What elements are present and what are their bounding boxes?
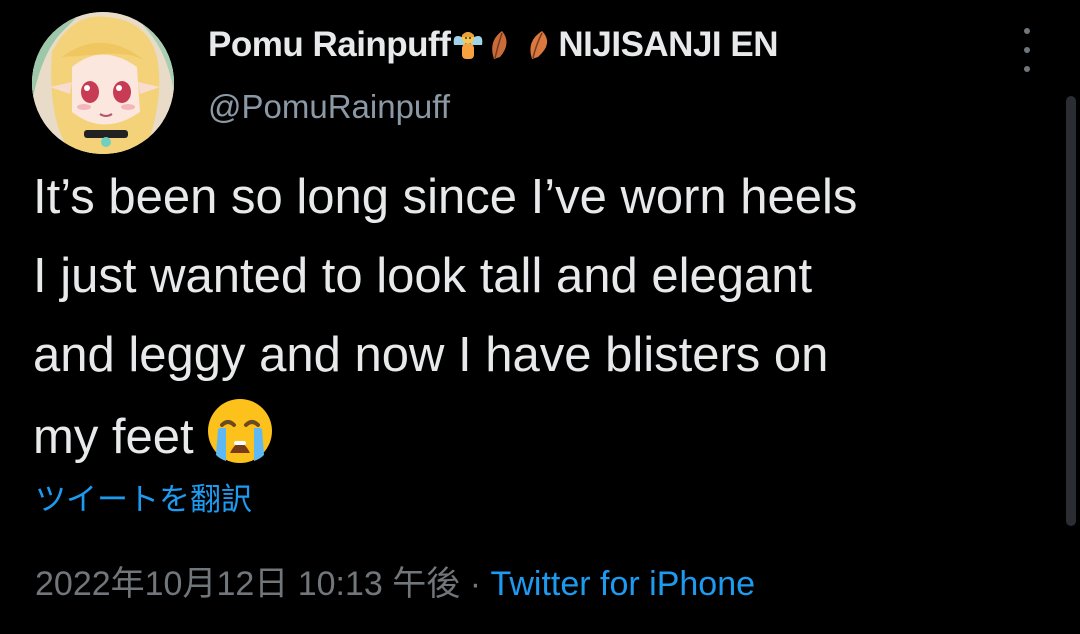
fairy-emoji [450,27,486,63]
fallen-leaf-emoji [522,27,558,63]
display-name-suffix: NIJISANJI EN [558,25,778,64]
tweet-header: Pomu Rainpuff NIJISANJI EN @PomuRainpuff [208,22,988,126]
tweet-line-last: my feet [33,395,1063,477]
display-name-text: Pomu Rainpuff [208,25,451,64]
more-dot [1024,28,1030,34]
fallen-leaf-emoji [486,27,522,63]
tweet-line: and leggy and now I have blisters on [33,328,829,382]
tweet-metadata: 2022年10月12日 10:13 午後 · Twitter for iPhon… [35,556,755,605]
tweet-line: I just wanted to look tall and elegant [33,249,813,303]
translate-tweet-link[interactable]: ツイートを翻訳 [35,474,252,519]
avatar[interactable] [32,12,174,154]
more-dot [1024,47,1030,53]
more-options-icon[interactable] [1012,28,1042,72]
more-dot [1024,66,1030,72]
scrollbar-thumb[interactable] [1066,96,1076,526]
loudly-crying-face-emoji [204,395,276,467]
tweet-card: Pomu Rainpuff NIJISANJI EN @PomuRainpuff… [0,0,1080,634]
tweet-source-link[interactable]: Twitter for iPhone [490,565,755,603]
tweet-text: It’s been so long since I’ve worn heels … [33,158,1063,477]
meta-separator: · [460,565,491,603]
avatar-image [32,12,174,154]
display-name[interactable]: Pomu Rainpuff NIJISANJI EN [208,22,988,68]
user-handle[interactable]: @PomuRainpuff [208,88,988,126]
tweet-timestamp[interactable]: 2022年10月12日 10:13 午後 [35,565,460,603]
tweet-line: It’s been so long since I’ve worn heels [33,170,858,224]
tweet-line: my feet [33,410,194,464]
